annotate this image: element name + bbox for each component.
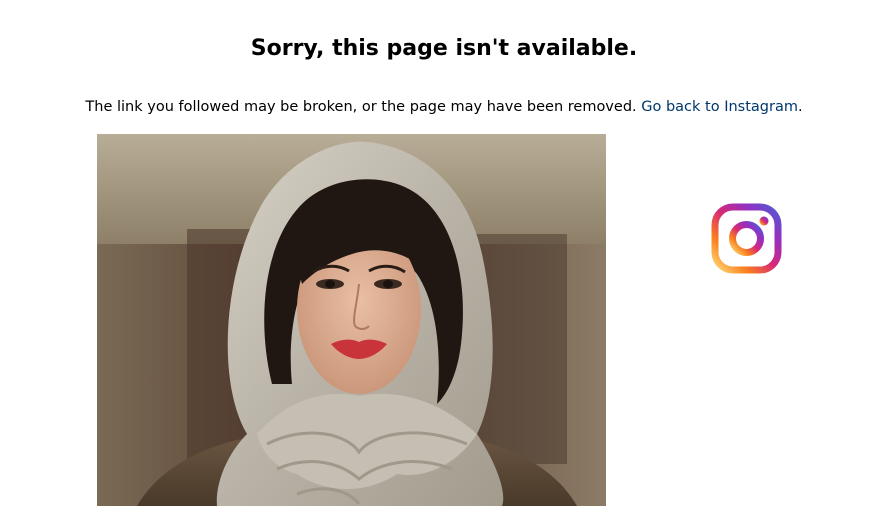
error-message: The link you followed may be broken, or …	[0, 99, 872, 115]
message-period: .	[797, 99, 803, 115]
portrait-photo	[97, 134, 606, 506]
instagram-logo-icon[interactable]	[710, 202, 783, 275]
error-message-text: The link you followed may be broken, or …	[85, 99, 637, 115]
back-to-instagram-link[interactable]: Go back to Instagram	[641, 99, 798, 115]
error-page: Sorry, this page isn't available. The li…	[0, 0, 872, 517]
page-title: Sorry, this page isn't available.	[250, 36, 638, 61]
